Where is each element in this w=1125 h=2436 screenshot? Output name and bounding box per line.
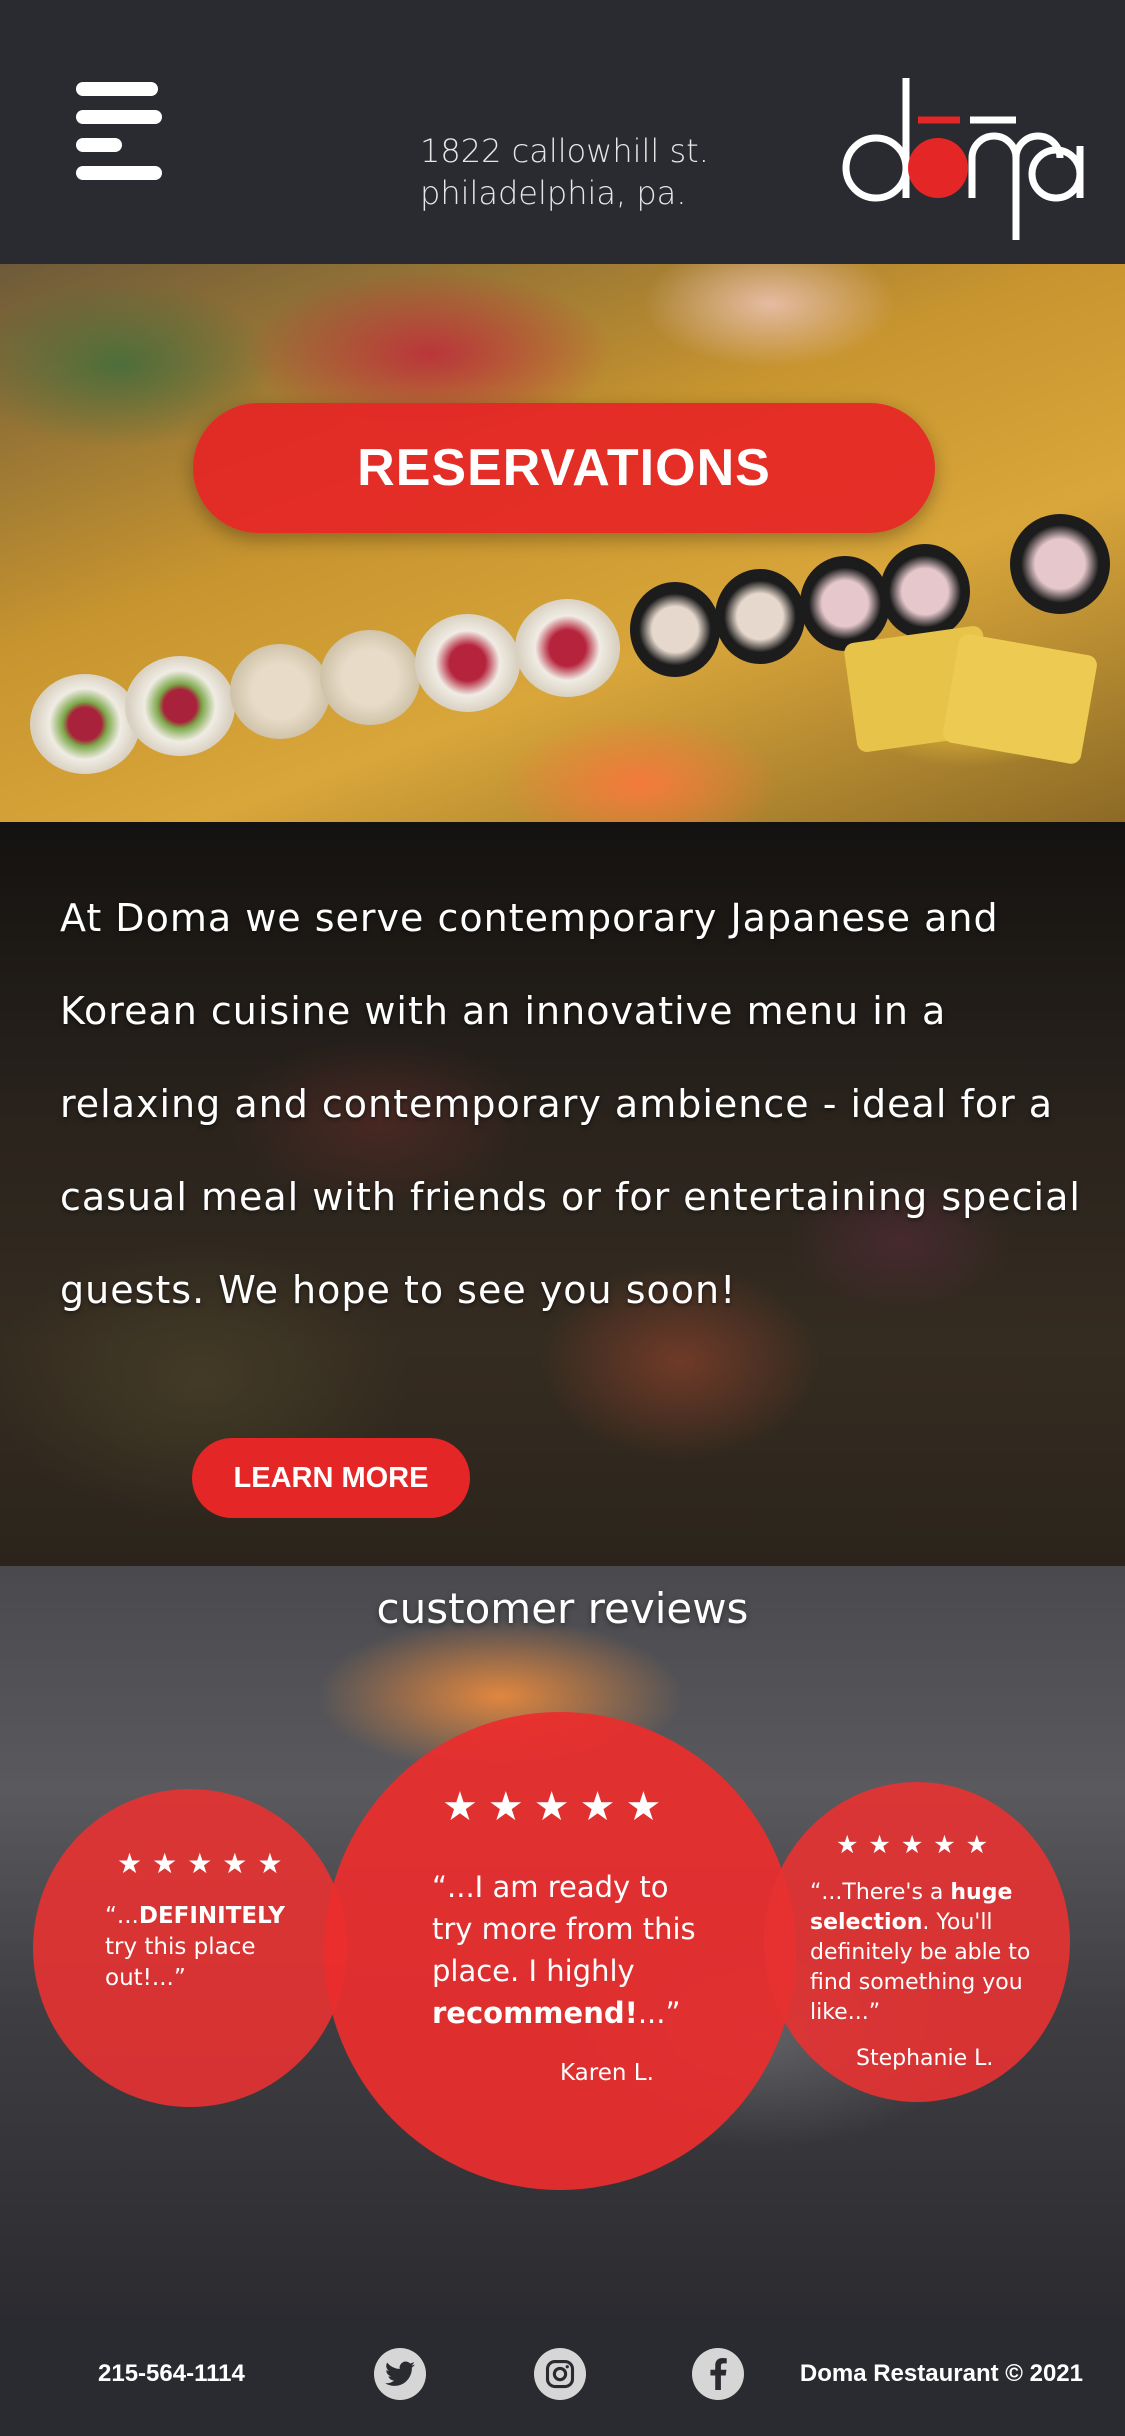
learn-more-label: LEARN MORE xyxy=(233,1461,429,1494)
review-quote: “...There's a huge selection. You'll def… xyxy=(810,1880,1031,2025)
star-rating: ★★★★★ xyxy=(836,1831,999,1859)
reservations-button[interactable]: RESERVATIONS xyxy=(193,403,935,533)
star-rating: ★★★★★ xyxy=(442,1785,672,1829)
address-line-2: philadelphia, pa. xyxy=(420,174,687,212)
review-card-1: ★★★★★ “...DEFINITELY try this place out!… xyxy=(33,1789,347,2107)
hamburger-menu-icon[interactable] xyxy=(76,82,166,182)
address-line-1: 1822 callowhill st. xyxy=(420,132,709,170)
doma-logo[interactable] xyxy=(838,76,1088,241)
learn-more-button[interactable]: LEARN MORE xyxy=(192,1438,470,1518)
about-section: At Doma we serve contemporary Japanese a… xyxy=(0,822,1125,1566)
review-card-2: ★★★★★ “...I am ready to try more from th… xyxy=(324,1712,796,2190)
review-author: Stephanie L. xyxy=(856,2046,994,2071)
site-header: 1822 callowhill st. philadelphia, pa. xyxy=(0,0,1125,264)
reviews-title: customer reviews xyxy=(376,1584,749,1633)
phone-number[interactable]: 215-564-1114 xyxy=(98,2360,245,2388)
site-footer: 215-564-1114 Doma Restaurant © 2021 xyxy=(0,2314,1125,2436)
twitter-icon[interactable] xyxy=(374,2348,426,2400)
reservations-label: RESERVATIONS xyxy=(357,439,771,497)
review-quote: “...I am ready to try more from this pla… xyxy=(432,1870,696,2030)
customer-reviews-section: customer reviews ★★★★★ “...DEFINITELY tr… xyxy=(0,1566,1125,2314)
review-card-3: ★★★★★ “...There's a huge selection. You'… xyxy=(764,1782,1070,2102)
restaurant-address: 1822 callowhill st. philadelphia, pa. xyxy=(420,130,709,214)
review-quote: “...DEFINITELY try this place out!...” xyxy=(105,1903,285,1991)
about-text: At Doma we serve contemporary Japanese a… xyxy=(60,896,1081,1312)
hero-sushi-image: RESERVATIONS xyxy=(0,264,1125,822)
instagram-icon[interactable] xyxy=(534,2348,586,2400)
facebook-icon[interactable] xyxy=(692,2348,744,2400)
review-author: Karen L. xyxy=(560,2060,654,2086)
copyright-text: Doma Restaurant © 2021 xyxy=(799,2360,1083,2387)
star-rating: ★★★★★ xyxy=(117,1848,293,1879)
